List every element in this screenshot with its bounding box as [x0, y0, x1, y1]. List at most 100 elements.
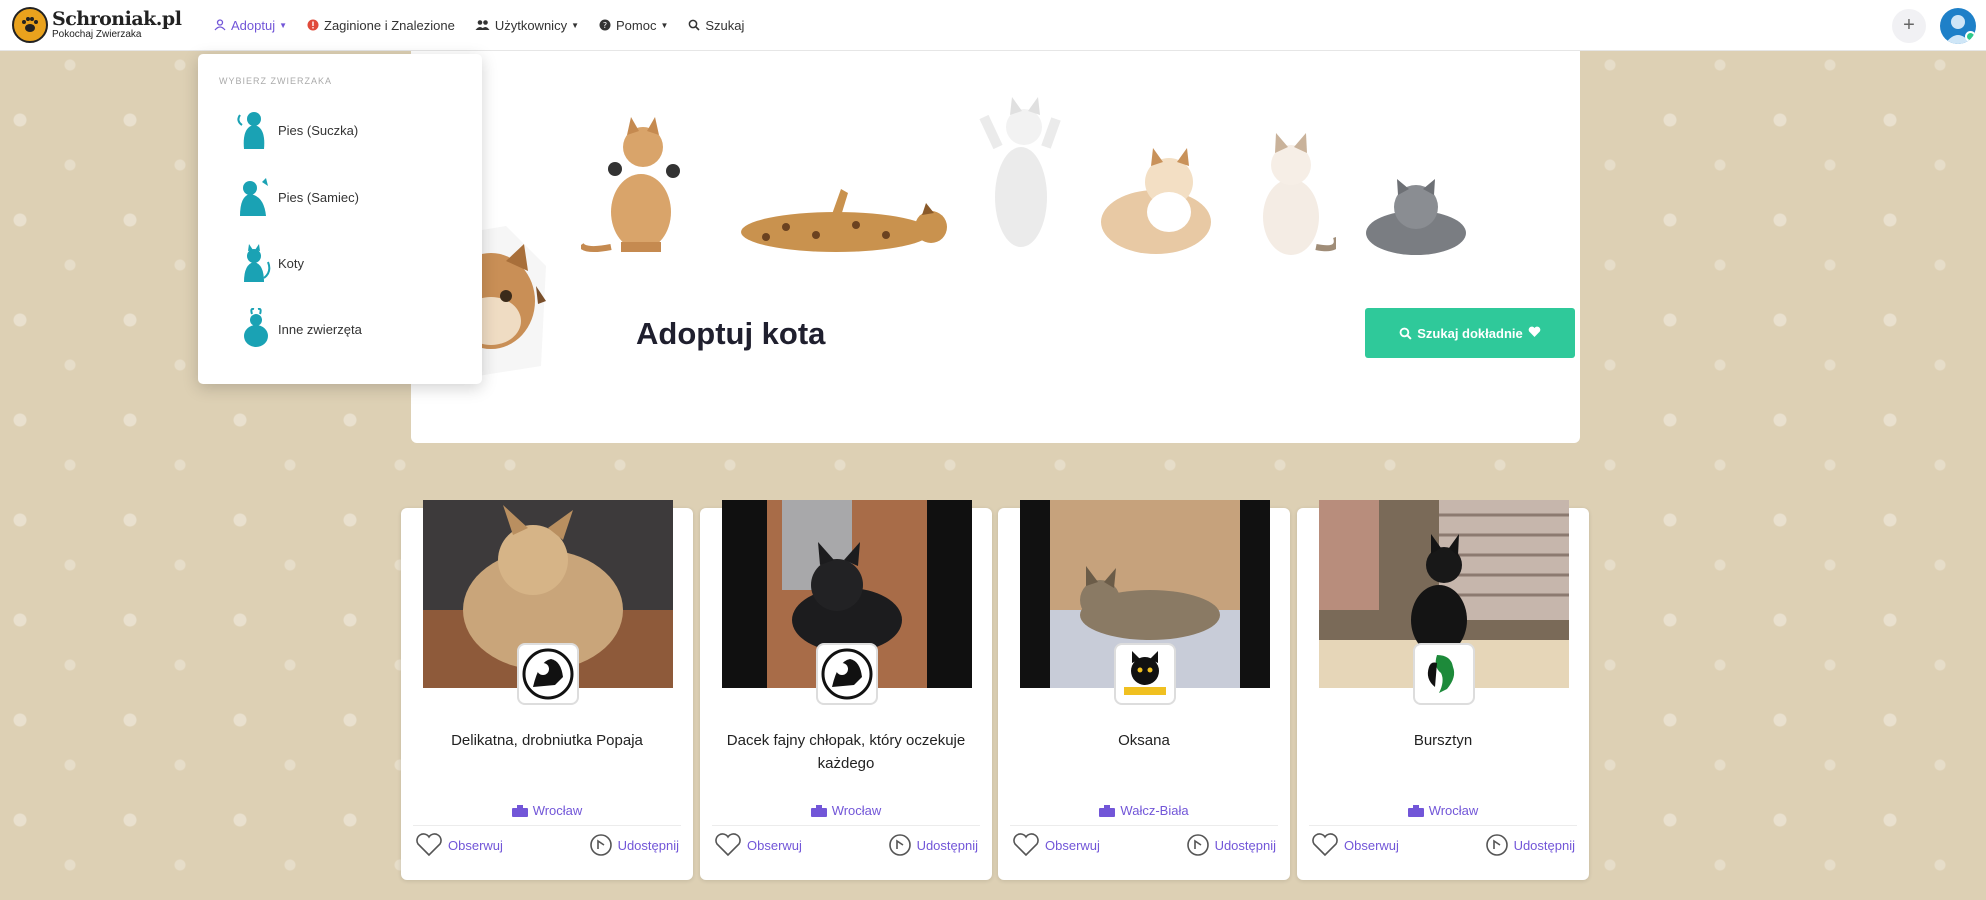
pet-location[interactable]: Wałcz-Biała: [998, 803, 1290, 818]
share-button[interactable]: Udostępnij: [1485, 833, 1575, 857]
share-label: Udostępnij: [1513, 837, 1575, 853]
building-icon: [1407, 804, 1424, 817]
share-label: Udostępnij: [617, 837, 679, 853]
adoptuj-dropdown-menu: Wybierz zwierzaka Pies (Suczka) Pies (Sa…: [198, 54, 482, 384]
share-icon: [888, 833, 912, 857]
dropdown-item-cats[interactable]: Koty: [236, 242, 304, 284]
card-actions: Obserwuj Udostępnij: [1012, 833, 1276, 857]
share-button[interactable]: Udostępnij: [1186, 833, 1276, 857]
share-icon: [1485, 833, 1509, 857]
cat-icon: [244, 244, 271, 282]
shelter-logo: [517, 643, 579, 705]
shelter-logo-dog-cat-icon: [821, 648, 873, 700]
search-icon: [688, 19, 700, 31]
cat-sitting-orange: [581, 117, 680, 253]
heart-outline-icon: [415, 833, 443, 857]
divider: [1010, 825, 1278, 826]
share-icon: [1186, 833, 1210, 857]
pet-name[interactable]: Oksana: [1018, 729, 1270, 752]
nav-adoptuj[interactable]: Adoptuj ▼: [214, 18, 287, 33]
building-icon: [511, 804, 528, 817]
shelter-logo-dog-cat-icon: [522, 648, 574, 700]
card-actions: Obserwuj Udostępnij: [415, 833, 679, 857]
dropdown-item-label: Pies (Suczka): [278, 122, 359, 138]
dropdown-item-dog-female[interactable]: Pies (Suczka): [236, 109, 358, 151]
nav-adoptuj-label: Adoptuj: [231, 17, 276, 33]
svg-text:?: ?: [603, 21, 607, 30]
nav-szukaj[interactable]: Szukaj: [688, 18, 744, 33]
observe-label: Obserwuj: [747, 837, 802, 853]
dropdown-item-label: Inne zwierzęta: [278, 321, 362, 337]
observe-button[interactable]: Obserwuj: [415, 833, 503, 857]
building-icon: [1099, 804, 1116, 817]
building-icon: [810, 804, 827, 817]
cats-illustration: [581, 77, 1466, 257]
dropdown-item-other[interactable]: Inne zwierzęta: [236, 308, 362, 350]
nav-szukaj-label: Szukaj: [705, 17, 745, 33]
dog-male-icon: [240, 178, 268, 216]
pet-location[interactable]: Wrocław: [700, 803, 992, 818]
dropdown-item-dog-male[interactable]: Pies (Samiec): [236, 176, 359, 218]
pet-card[interactable]: Bursztyn Wrocław Obserwuj Udostępnij: [1297, 500, 1589, 880]
share-icon: [589, 833, 613, 857]
cat-lying-bengal: [741, 189, 947, 252]
other-animals-icon: [244, 308, 268, 347]
nav-pomoc[interactable]: ? Pomoc ▼: [599, 18, 668, 33]
avatar[interactable]: [1940, 7, 1976, 44]
search-exact-label: Szukaj dokładnie: [1417, 325, 1523, 341]
divider: [712, 825, 980, 826]
pet-location[interactable]: Wrocław: [1297, 803, 1589, 818]
alert-icon: [307, 19, 319, 31]
nav-uzytkownicy[interactable]: Użytkownicy ▼: [475, 18, 579, 33]
nav-pomoc-label: Pomoc: [616, 17, 657, 33]
online-status-dot: [1965, 30, 1976, 42]
share-label: Udostępnij: [916, 837, 978, 853]
add-button[interactable]: +: [1892, 8, 1926, 43]
brand[interactable]: Schroniak.pl Pokochaj Zwierzaka: [12, 7, 192, 43]
nav-right: +: [1892, 0, 1986, 51]
shelter-logo: [1114, 643, 1176, 705]
pet-card[interactable]: Delikatna, drobniutka Popaja Wrocław Obs…: [401, 500, 693, 880]
pet-card[interactable]: Oksana Wałcz-Biała Obserwuj Udostępnij: [998, 500, 1290, 880]
page-title: Adoptuj kota: [636, 316, 826, 351]
users-icon: [475, 19, 490, 31]
user-icon: [214, 19, 226, 31]
heart-outline-icon: [1311, 833, 1339, 857]
share-button[interactable]: Udostępnij: [888, 833, 978, 857]
brand-subtitle: Pokochaj Zwierzaka: [52, 29, 142, 40]
search-exact-button[interactable]: Szukaj dokładnie: [1365, 308, 1575, 358]
observe-button[interactable]: Obserwuj: [1012, 833, 1100, 857]
pet-location-label: Wrocław: [1428, 803, 1479, 818]
share-label: Udostępnij: [1214, 837, 1276, 853]
pet-card[interactable]: Dacek fajny chłopak, który oczekuje każd…: [700, 500, 992, 880]
card-actions: Obserwuj Udostępnij: [1311, 833, 1575, 857]
observe-button[interactable]: Obserwuj: [1311, 833, 1399, 857]
nav-zaginione[interactable]: Zaginione i Znalezione: [307, 18, 455, 33]
search-icon: [1399, 327, 1412, 340]
brand-title: Schroniak.pl: [52, 8, 182, 30]
shelter-logo-green-bird-icon: [1421, 651, 1467, 697]
paw-logo-icon: [12, 7, 48, 43]
share-button[interactable]: Udostępnij: [589, 833, 679, 857]
shelter-logo: [816, 643, 878, 705]
dropdown-item-label: Koty: [278, 255, 305, 271]
chevron-down-icon: ▼: [571, 20, 579, 30]
pet-location-label: Wrocław: [831, 803, 882, 818]
pet-location[interactable]: Wrocław: [401, 803, 693, 818]
cat-sitting-grey: [1366, 179, 1466, 255]
heart-outline-icon: [1012, 833, 1040, 857]
pet-location-label: Wrocław: [532, 803, 583, 818]
observe-label: Obserwuj: [1344, 837, 1399, 853]
help-icon: ?: [599, 19, 611, 31]
divider: [413, 825, 681, 826]
pet-name[interactable]: Bursztyn: [1317, 729, 1569, 752]
card-actions: Obserwuj Udostępnij: [714, 833, 978, 857]
observe-button[interactable]: Obserwuj: [714, 833, 802, 857]
main-nav: Adoptuj ▼ Zaginione i Znalezione Użytkow…: [214, 18, 764, 33]
divider: [1309, 825, 1577, 826]
pet-name[interactable]: Delikatna, drobniutka Popaja: [421, 729, 673, 752]
heart-outline-icon: [714, 833, 742, 857]
heart-icon: [1528, 326, 1541, 341]
chevron-down-icon: ▼: [279, 20, 288, 30]
pet-name[interactable]: Dacek fajny chłopak, który oczekuje każd…: [720, 729, 972, 775]
